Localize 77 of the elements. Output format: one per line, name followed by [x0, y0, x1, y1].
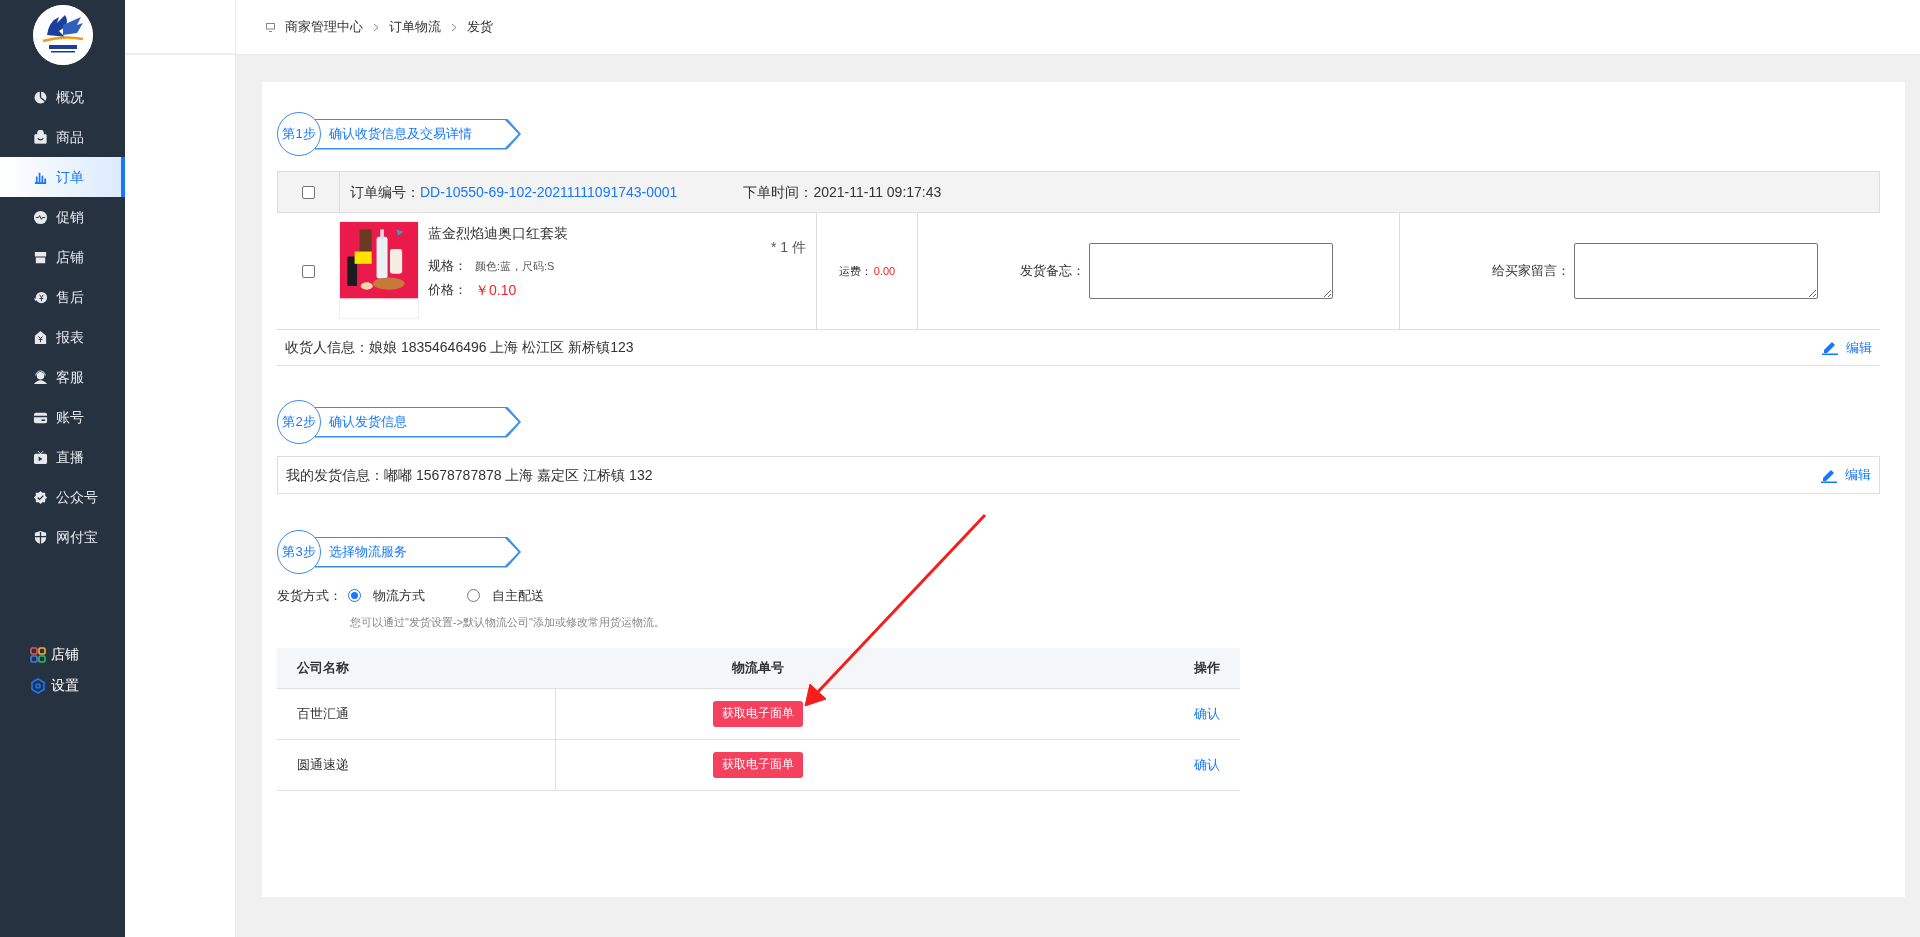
sidebar-item[interactable]: 商品 — [0, 117, 125, 157]
radio-option[interactable]: 物流方式 — [348, 586, 425, 606]
step-badge: 第1步 — [277, 112, 321, 156]
sidebar-item[interactable]: 概况 — [0, 77, 125, 117]
order-time: 下单时间：2021-11-11 09:17:43 — [743, 182, 942, 202]
step-title: 确认发货信息 — [315, 406, 521, 438]
pulse-icon — [33, 209, 48, 225]
step-title: 选择物流服务 — [315, 536, 521, 568]
column-header: 公司名称 — [297, 659, 349, 678]
sidebar-link[interactable]: 设置 — [0, 670, 125, 701]
sidebar-item[interactable]: 网付宝 — [0, 517, 125, 557]
spec-value: 颜色:蓝，尺码:S — [475, 258, 555, 274]
edit-icon — [1822, 340, 1838, 355]
pie-chart-icon — [33, 89, 48, 105]
table-cell-text: 百世汇通 — [297, 705, 349, 724]
step-title: 确认收货信息及交易详情 — [315, 118, 521, 150]
breadcrumb-item: 发货 — [467, 18, 493, 37]
confirm-link[interactable]: 确认 — [1194, 706, 1220, 722]
product-name[interactable]: 蓝金烈焰迪奥口红套装 — [428, 223, 771, 244]
sidebar-item[interactable]: 促销 — [0, 197, 125, 237]
confirm-link[interactable]: 确认 — [1194, 757, 1220, 773]
radio-option[interactable]: 自主配送 — [467, 586, 544, 606]
spec-label: 规格： — [428, 257, 467, 275]
get-waybill-button[interactable]: 获取电子面单 — [713, 701, 803, 727]
receiver-info: 收货人信息：娘娘 18354646496 上海 松江区 新桥镇123 — [285, 338, 634, 357]
badge-check-icon — [33, 489, 48, 505]
price-label: 价格： — [428, 281, 467, 300]
store-icon — [33, 249, 48, 265]
sidebar-item[interactable]: 直播 — [0, 437, 125, 477]
column-header: 物流单号 — [732, 659, 784, 678]
step-badge: 第2步 — [277, 400, 321, 444]
hint-text: 您可以通过"发货设置->默认物流公司"添加或修改常用货运物流。 — [350, 614, 666, 630]
yuan-tag-icon — [33, 329, 48, 345]
freight-value: 0.00 — [873, 263, 896, 279]
bag-icon — [33, 129, 48, 145]
radio-button[interactable] — [467, 589, 480, 603]
sidebar-link[interactable]: 店铺 — [0, 639, 125, 670]
sidebar-item[interactable]: 账号 — [0, 397, 125, 437]
logo-icon — [32, 5, 93, 65]
settings-icon — [30, 677, 46, 694]
step-badge: 第3步 — [277, 530, 321, 574]
order-number-link[interactable]: DD-10550-69-102-20211111091743-0001 — [420, 181, 678, 203]
shield-icon — [33, 529, 48, 545]
freight-label: 运费： — [838, 263, 872, 279]
get-waybill-button[interactable]: 获取电子面单 — [713, 752, 803, 778]
sidebar-item[interactable]: 订单 — [0, 157, 125, 197]
sidebar-item[interactable]: 售后 — [0, 277, 125, 317]
grid-icon — [30, 646, 46, 663]
headset-icon — [33, 369, 48, 385]
edit-link[interactable]: 编辑 — [1822, 337, 1872, 358]
table-cell-text: 圆通速递 — [297, 756, 349, 775]
edit-link[interactable]: 编辑 — [1821, 465, 1871, 485]
breadcrumb-item[interactable]: 商家管理中心 — [285, 17, 363, 37]
sidebar-item[interactable]: 客服 — [0, 357, 125, 397]
monitor-icon — [266, 22, 275, 32]
chevron-icon — [451, 22, 457, 32]
note-field[interactable] — [1089, 243, 1333, 299]
breadcrumb-item[interactable]: 订单物流 — [389, 17, 441, 37]
yuan-refund-icon — [33, 289, 48, 305]
tv-play-icon — [33, 449, 48, 465]
field-label: 发货方式： — [277, 587, 342, 605]
sender-info: 我的发货信息：嘟嘟 15678787878 上海 嘉定区 江桥镇 132 — [286, 465, 653, 485]
radio-button[interactable] — [348, 589, 361, 603]
sidebar-item[interactable]: 店铺 — [0, 237, 125, 277]
message-field[interactable] — [1574, 243, 1818, 299]
field-label: 给买家留言： — [1492, 262, 1570, 281]
sidebar-item[interactable]: 报表 — [0, 317, 125, 357]
quantity: * 1 件 — [771, 238, 806, 257]
checkbox[interactable] — [301, 264, 315, 278]
chevron-icon — [373, 22, 379, 32]
column-header: 操作 — [1194, 660, 1220, 676]
price-value: ￥0.10 — [475, 280, 517, 300]
sidebar-item[interactable]: 公众号 — [0, 477, 125, 517]
checkbox[interactable] — [302, 185, 315, 199]
field-label: 发货备忘： — [1020, 262, 1085, 281]
edit-icon — [1821, 467, 1837, 483]
order-number-label: 订单编号： — [350, 182, 420, 202]
